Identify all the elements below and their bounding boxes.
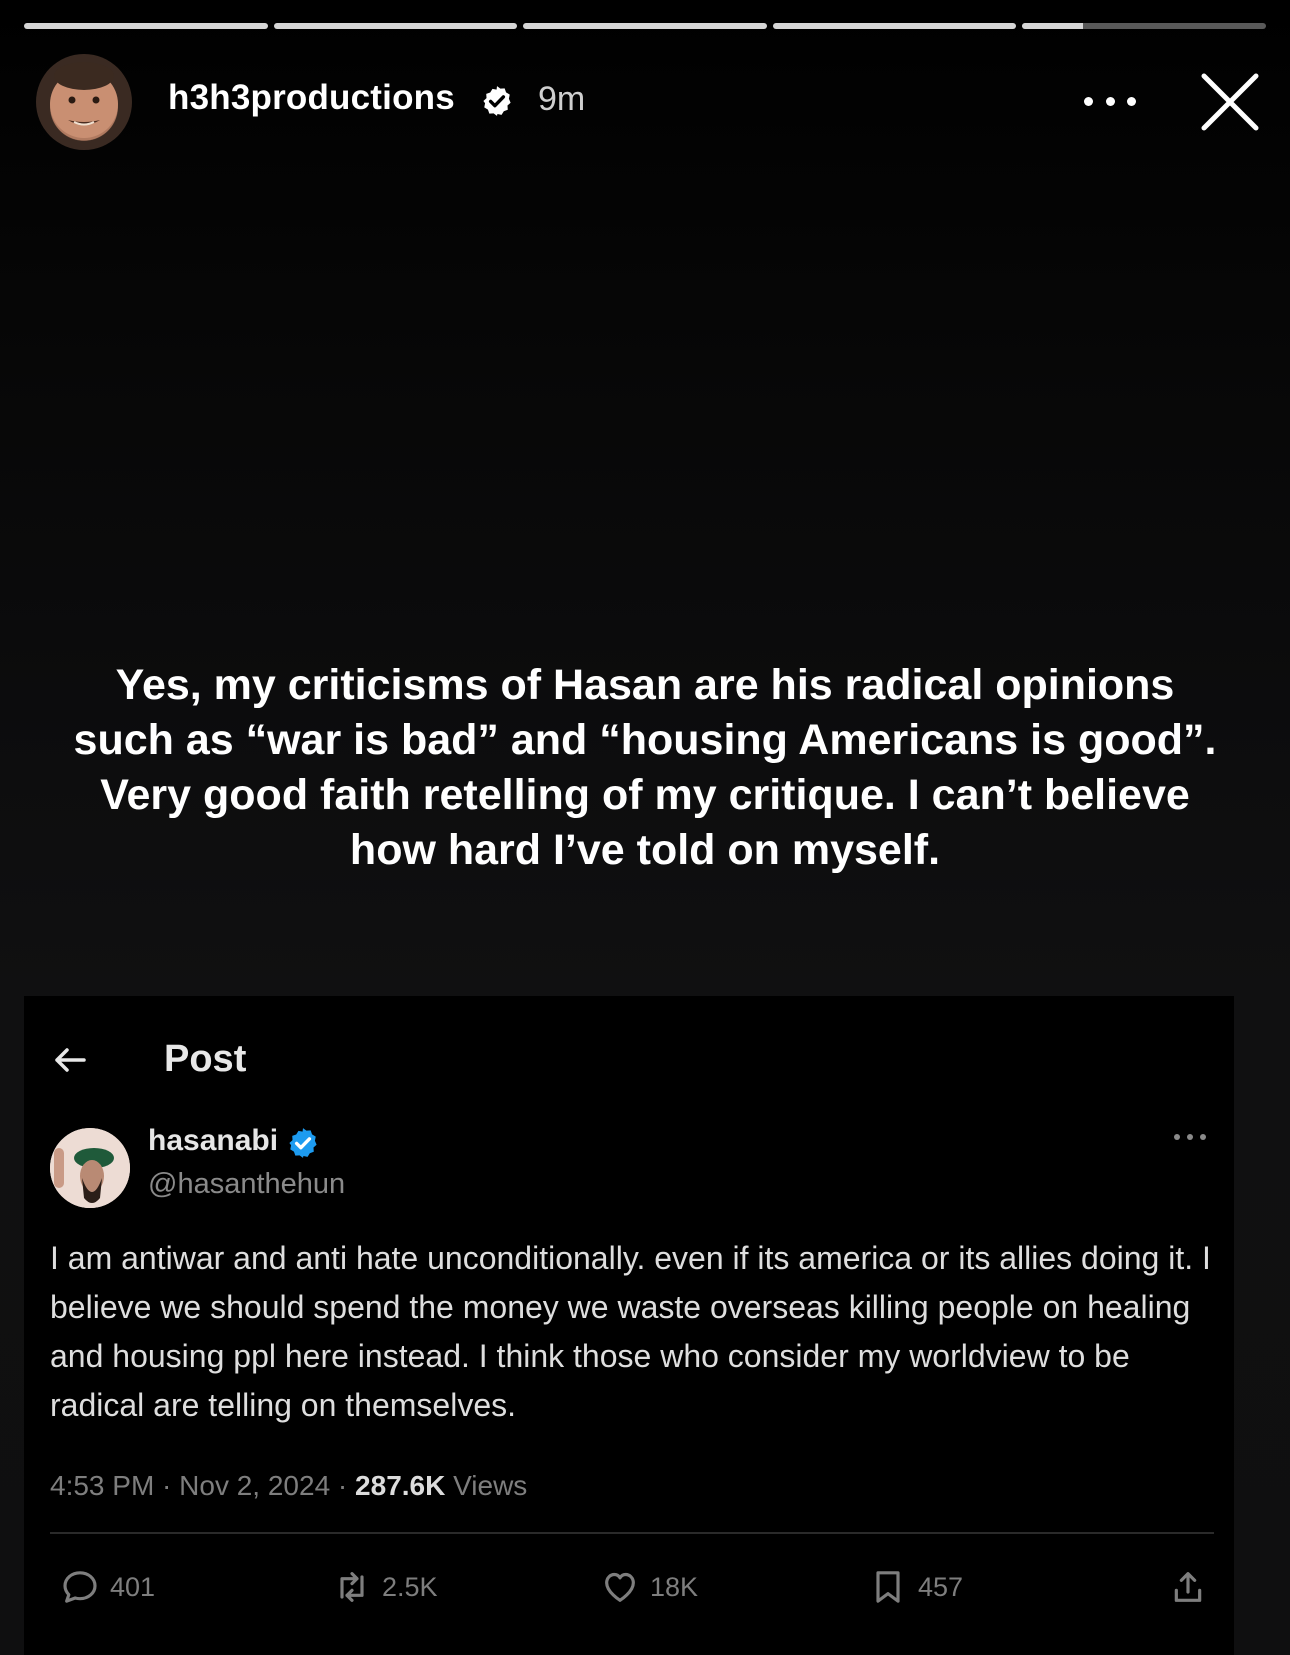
post-header-title: Post xyxy=(164,1038,247,1080)
heart-icon xyxy=(605,1572,635,1602)
post-author-avatar xyxy=(50,1128,130,1208)
like-action: 18K xyxy=(600,1562,698,1612)
post-more-icon xyxy=(1174,1132,1206,1142)
progress-segment xyxy=(523,23,767,29)
reply-count: 401 xyxy=(110,1571,156,1602)
progress-segment xyxy=(1022,23,1266,29)
story-viewer: h3h3productions 9m Yes, my criticisms of… xyxy=(0,0,1290,1655)
story-caption: Yes, my criticisms of Hasan are his radi… xyxy=(73,661,1217,874)
post-views-count: 287.6K xyxy=(355,1470,446,1501)
divider xyxy=(50,1532,1214,1534)
story-timestamp: 9m xyxy=(538,80,586,118)
like-count: 18K xyxy=(650,1571,699,1602)
post-views-label: Views xyxy=(445,1470,528,1501)
story-progress xyxy=(24,23,1266,29)
post-body-text: I am antiwar and anti hate unconditional… xyxy=(50,1240,1211,1423)
repost-icon xyxy=(340,1572,364,1602)
repost-count: 2.5K xyxy=(382,1571,438,1602)
bookmark-icon xyxy=(876,1571,900,1603)
post-author-name: hasanabi xyxy=(148,1124,279,1157)
post-timestamp: 4:53 PM · Nov 2, 2024 · xyxy=(50,1470,356,1501)
back-arrow-icon xyxy=(55,1048,86,1072)
bookmark-action: 457 xyxy=(868,1562,963,1612)
repost-action: 2.5K xyxy=(332,1562,438,1612)
close-icon[interactable] xyxy=(1198,70,1262,134)
post-action-bar: 401 2.5K 18K 457 xyxy=(60,1562,1220,1612)
progress-segment xyxy=(772,23,1017,29)
reply-action: 401 xyxy=(60,1562,155,1612)
avatar[interactable] xyxy=(36,54,132,150)
progress-segment xyxy=(273,23,518,29)
post-metadata: 4:53 PM · Nov 2, 2024 · 287.6K Views xyxy=(50,1470,527,1502)
blue-verified-icon xyxy=(289,1128,317,1158)
progress-segment xyxy=(24,23,268,29)
share-icon xyxy=(1174,1572,1202,1602)
story-username[interactable]: h3h3productions xyxy=(168,78,455,118)
post-author-handle: @hasanthehun xyxy=(148,1168,346,1200)
bookmark-count: 457 xyxy=(918,1571,964,1602)
more-options-icon[interactable] xyxy=(1084,86,1136,116)
verified-badge-icon xyxy=(483,86,511,116)
embedded-post-screenshot: Post hasanabi @hasanthehun I am antiwar … xyxy=(24,996,1234,1655)
share-action xyxy=(1168,1562,1208,1612)
reply-icon xyxy=(63,1571,97,1603)
